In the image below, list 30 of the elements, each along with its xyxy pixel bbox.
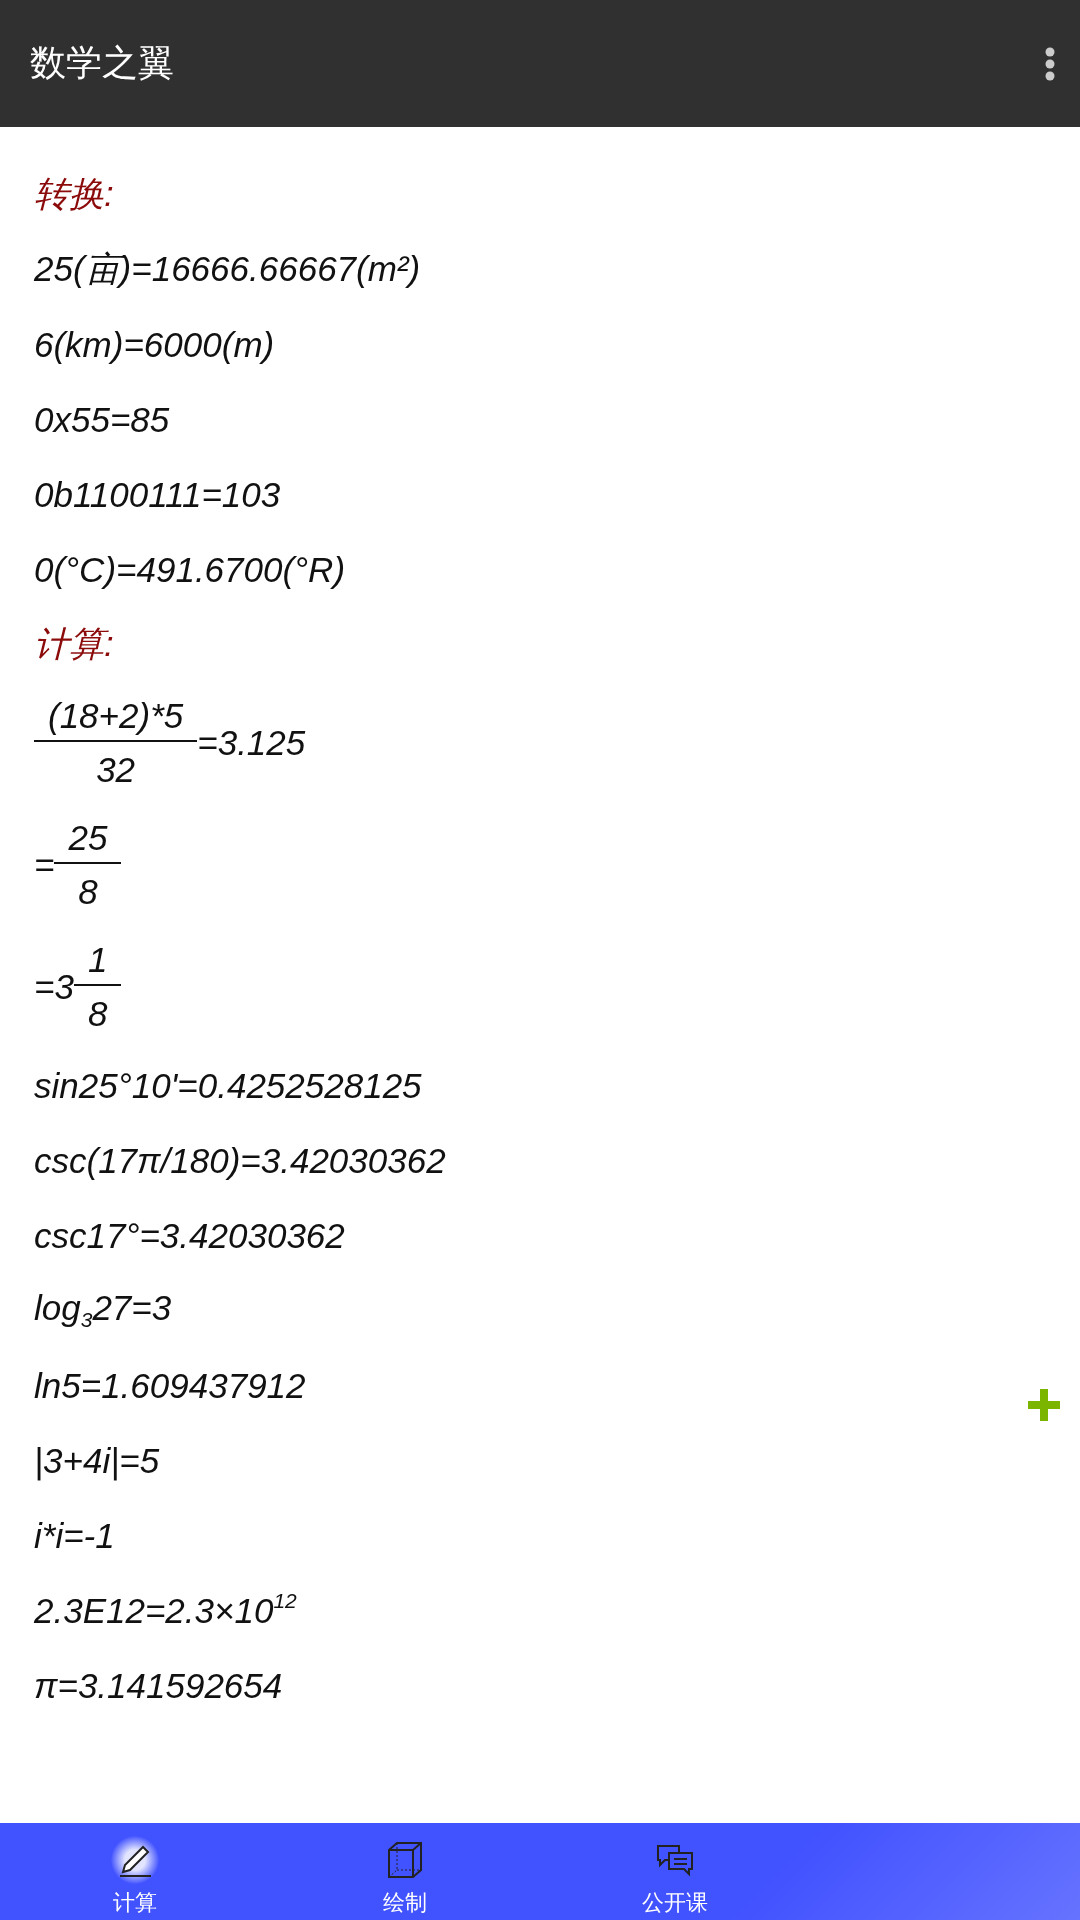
nav-tab[interactable]: 计算 — [0, 1823, 270, 1920]
expression-text: =3.125 — [197, 723, 306, 763]
result-line: |3+4i|=5 — [34, 1439, 160, 1483]
app-title: 数学之翼 — [30, 41, 174, 85]
expression-text: = — [34, 845, 55, 885]
nav-tab[interactable]: 公开课 — [540, 1823, 810, 1920]
result-line: ln5=1.609437912 — [34, 1364, 306, 1407]
result-line: 2.3E12=2.3×10$^{12}$ — [34, 1587, 297, 1632]
nav-tab[interactable]: 绘制 — [270, 1823, 540, 1920]
numerator: 25 — [67, 818, 109, 858]
result-line: sin25°10'=0.4252528125 — [34, 1064, 422, 1107]
result-line: π=3.141592654 — [34, 1664, 283, 1707]
numerator: (18+2)*5 — [47, 696, 185, 736]
result-line: 6(km)=6000(m) — [34, 323, 275, 366]
section-heading: 转换: — [34, 173, 114, 215]
result-line: 0(°C)=491.6700(°R) — [34, 548, 346, 591]
result-line: csc17°=3.42030362 — [34, 1214, 345, 1257]
result-line: 25(亩)=16666.66667(m²) — [34, 248, 421, 290]
denominator: 32 — [95, 750, 137, 790]
result-line: log$_{3}$27=3 — [34, 1287, 172, 1334]
section-heading: 计算: — [34, 623, 114, 665]
result-line: 0x55=85 — [34, 398, 170, 441]
expression-text: =3 — [34, 967, 74, 1007]
denominator: 8 — [86, 994, 109, 1034]
result-line: i*i=-1 — [34, 1514, 115, 1557]
result-line: csc(17π/180)=3.42030362 — [34, 1139, 446, 1182]
result-line: 0b1100111=103 — [34, 473, 281, 516]
denominator: 8 — [77, 872, 99, 912]
more-menu-icon[interactable] — [1044, 45, 1056, 82]
numerator: 1 — [86, 940, 109, 980]
